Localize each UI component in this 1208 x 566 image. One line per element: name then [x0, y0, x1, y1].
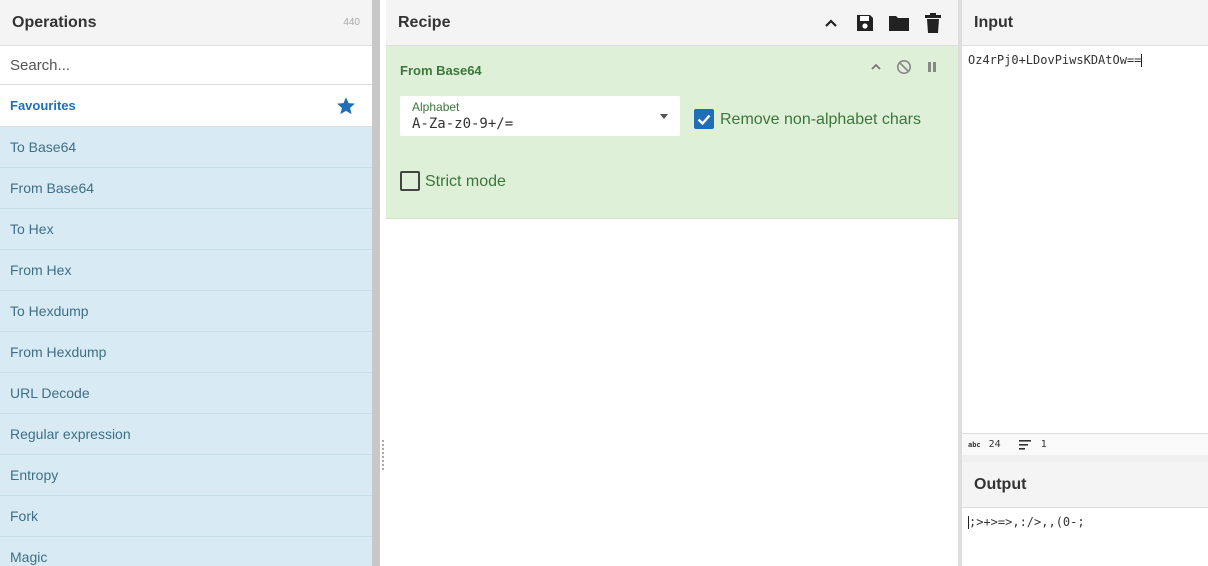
search-input[interactable]	[10, 56, 350, 74]
pause-icon[interactable]	[924, 59, 940, 75]
operation-label: Fork	[10, 508, 38, 524]
operation-item[interactable]: To Hexdump	[0, 291, 372, 332]
operation-item[interactable]: From Base64	[0, 168, 372, 209]
output-title: Output	[974, 475, 1027, 493]
check-icon	[697, 114, 711, 126]
operation-item[interactable]: From Hexdump	[0, 332, 372, 373]
operation-label: From Hex	[10, 262, 72, 278]
abc-icon: abc	[968, 440, 981, 449]
lines-icon	[1018, 439, 1031, 450]
recipe-operation-card: From Base64 Alphabet A-Za-z0-9+/= Remove…	[386, 46, 958, 219]
output-pane: Output ;>+>=>,:/>,,(0-;	[962, 462, 1208, 566]
operation-label: Entropy	[10, 467, 59, 483]
operation-item[interactable]: Fork	[0, 496, 372, 537]
recipe-operation-name: From Base64	[400, 63, 482, 78]
operations-title: Operations	[12, 13, 97, 31]
io-splitter[interactable]	[962, 455, 1208, 462]
input-textarea[interactable]: Oz4rPj0+LDovPiwsKDAtOw==	[962, 46, 1208, 67]
operation-label: From Hexdump	[10, 344, 107, 360]
strict-mode-label[interactable]: Strict mode	[425, 173, 506, 191]
alphabet-select[interactable]: Alphabet A-Za-z0-9+/=	[400, 96, 680, 136]
operation-item[interactable]: To Hex	[0, 209, 372, 250]
search-bar	[0, 46, 372, 85]
output-header: Output	[962, 462, 1208, 508]
resizer-grip-icon	[382, 440, 384, 470]
operation-item[interactable]: URL Decode	[0, 373, 372, 414]
star-icon[interactable]	[336, 96, 356, 116]
operation-label: To Base64	[10, 139, 77, 155]
input-line-count: 1	[1040, 439, 1047, 450]
cyberchef-app: Operations 440 Favourites To Base64 From…	[0, 0, 1208, 566]
remove-non-alphabet-checkbox[interactable]	[694, 109, 714, 129]
trash-icon[interactable]	[922, 12, 944, 34]
alphabet-label: Alphabet	[412, 100, 460, 114]
strict-mode-checkbox[interactable]	[400, 171, 420, 191]
chevron-up-icon[interactable]	[868, 59, 884, 75]
output-textarea[interactable]: ;>+>=>,:/>,,(0-;	[962, 508, 1208, 529]
operation-item[interactable]: To Base64	[0, 127, 372, 168]
recipe-title: Recipe	[398, 13, 451, 31]
operation-label: Magic	[10, 549, 48, 565]
recipe-toolbar	[820, 12, 944, 34]
chevron-up-icon[interactable]	[820, 12, 842, 34]
folder-icon[interactable]	[888, 12, 910, 34]
resizer-bar	[372, 0, 380, 566]
left-pane-resizer[interactable]	[372, 0, 386, 566]
operations-pane: Operations 440 Favourites To Base64 From…	[0, 0, 372, 566]
operation-label: To Hex	[10, 221, 54, 237]
input-header: Input	[962, 0, 1208, 46]
input-length: 24	[988, 439, 1001, 450]
input-title: Input	[974, 13, 1014, 31]
operations-header: Operations 440	[0, 0, 372, 46]
operations-count: 440	[343, 17, 360, 28]
disable-icon[interactable]	[896, 59, 912, 75]
alphabet-value: A-Za-z0-9+/=	[412, 116, 514, 132]
chevron-down-icon	[660, 114, 668, 119]
operation-item[interactable]: Magic	[0, 537, 372, 566]
output-text: ;>+>=>,:/>,,(0-;	[969, 515, 1085, 529]
input-text: Oz4rPj0+LDovPiwsKDAtOw==	[968, 53, 1142, 67]
operation-label: URL Decode	[10, 385, 90, 401]
favourites-category[interactable]: Favourites	[0, 85, 372, 127]
input-status-bar: abc 24 1	[962, 433, 1208, 455]
operation-label: To Hexdump	[10, 303, 89, 319]
operation-item[interactable]: Regular expression	[0, 414, 372, 455]
operation-label: Regular expression	[10, 426, 131, 442]
save-icon[interactable]	[854, 12, 876, 34]
remove-non-alphabet-label[interactable]: Remove non-alphabet chars	[720, 111, 921, 129]
input-pane: Input Oz4rPj0+LDovPiwsKDAtOw== abc 24 1	[962, 0, 1208, 455]
recipe-pane: Recipe From Base64 Alphabet A-Za-z0-9+/=…	[386, 0, 958, 566]
operation-item[interactable]: From Hex	[0, 250, 372, 291]
text-cursor	[1141, 54, 1143, 67]
operation-item[interactable]: Entropy	[0, 455, 372, 496]
operation-label: From Base64	[10, 180, 95, 196]
operation-controls	[868, 59, 940, 75]
favourites-label: Favourites	[10, 98, 76, 113]
